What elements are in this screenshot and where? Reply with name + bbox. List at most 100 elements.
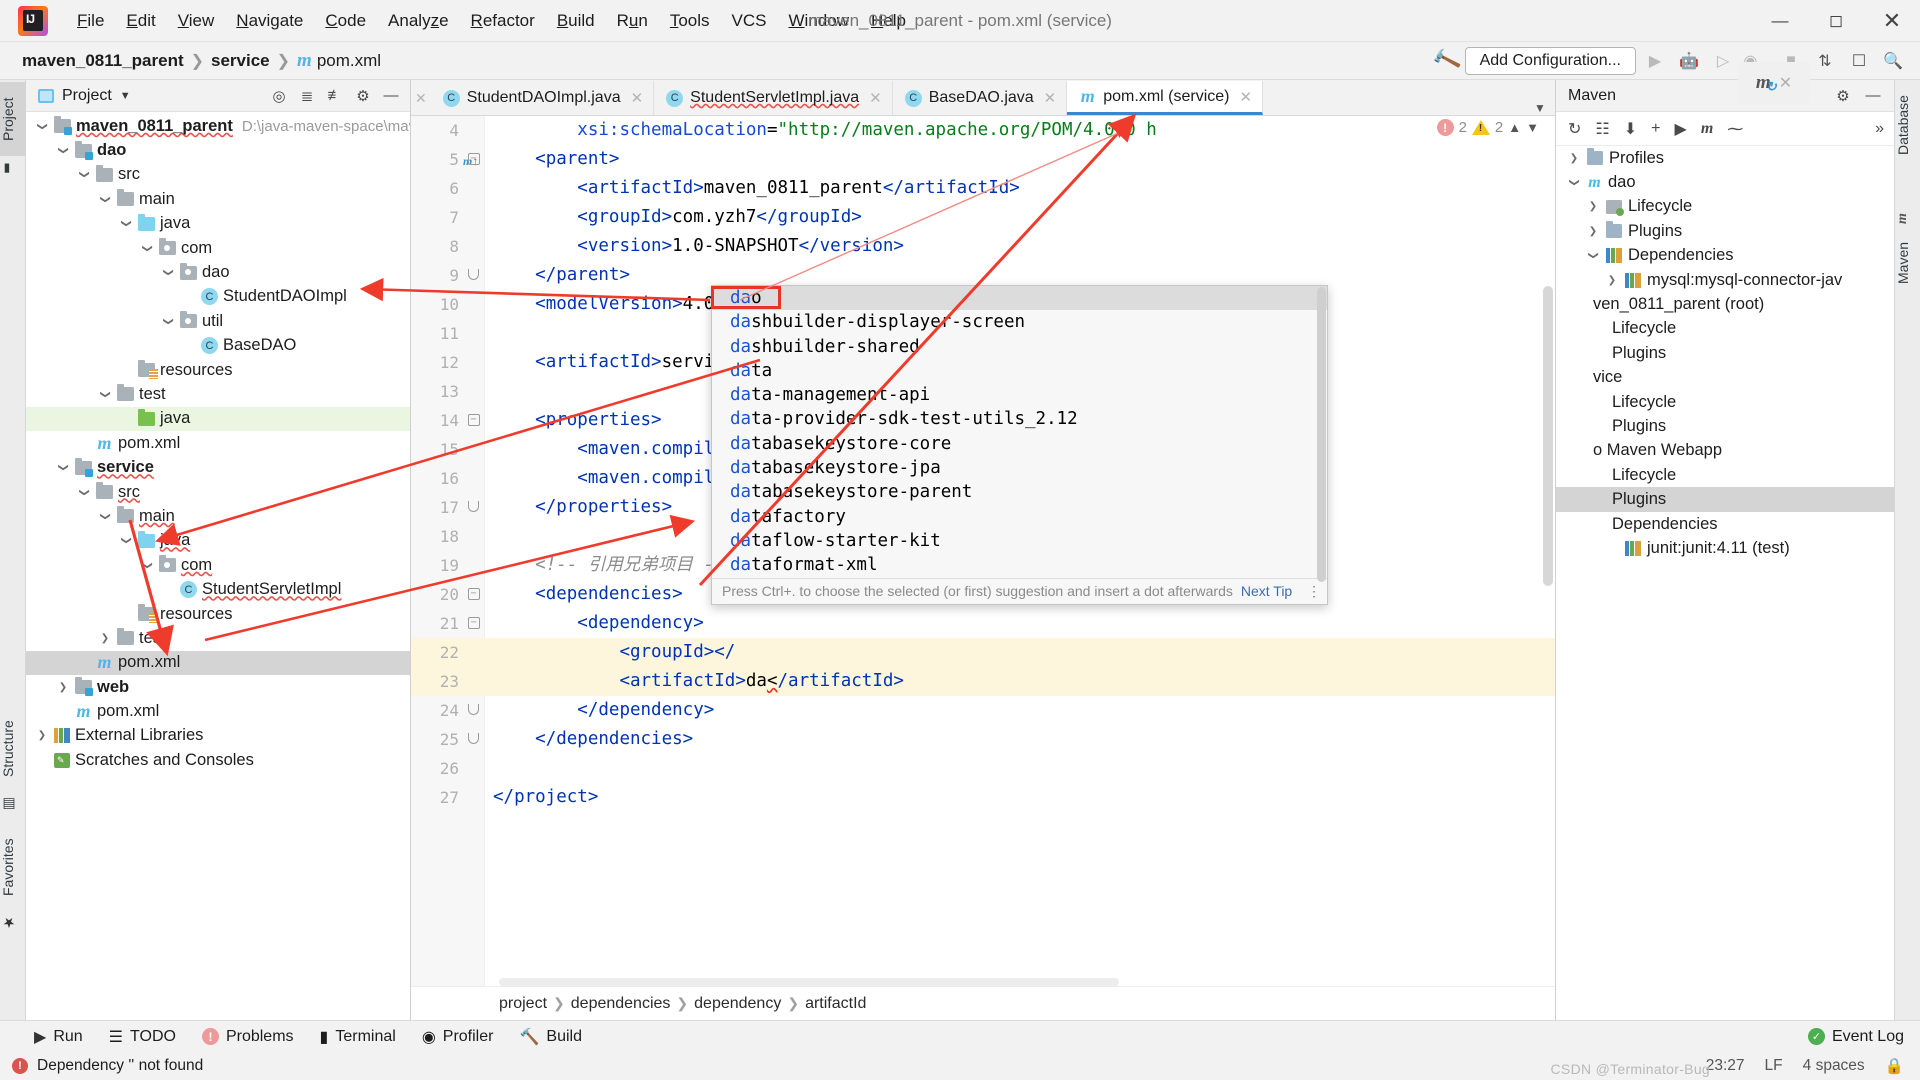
project-tree-item[interactable]: ❯CStudentDAOImpl [26, 285, 410, 309]
maven-tree-item[interactable]: ❯ Dependencies [1556, 244, 1894, 268]
menu-window[interactable]: Window [778, 8, 860, 34]
chevron-right-icon[interactable]: ❯ [97, 633, 113, 644]
editor-tab[interactable]: m pom.xml (service) ✕ [1067, 81, 1264, 115]
next-tip-link[interactable]: Next Tip [1241, 583, 1292, 599]
chevron-down-icon[interactable]: ❯ [79, 167, 90, 183]
chevron-right-icon[interactable]: ❯ [1585, 201, 1601, 212]
project-tree-item[interactable]: ❯ src [26, 163, 410, 187]
maven-tree-item[interactable]: ❯Lifecycle [1556, 463, 1894, 487]
completion-scrollbar[interactable] [1317, 287, 1326, 582]
project-tree[interactable]: ❯ maven_0811_parent D:\java-maven-space\ma… [26, 112, 410, 1020]
minimize-icon[interactable]: — [1752, 0, 1808, 42]
code-line[interactable]: 21− <dependency> [411, 609, 1555, 638]
breadcrumb-project[interactable]: maven_0811_parent [22, 51, 184, 71]
generate-sources-icon[interactable]: ☷ [1595, 119, 1609, 139]
maven-tree-item[interactable]: ❯ m dao [1556, 170, 1894, 194]
menu-view[interactable]: View [167, 8, 226, 34]
settings-icon[interactable]: ⚙ [1830, 83, 1856, 109]
project-tree-item[interactable]: ❯CBaseDAO [26, 334, 410, 358]
maven-reimport-icon[interactable]: m ↻ [1756, 72, 1777, 94]
completion-item[interactable]: datafactory [712, 505, 1327, 529]
project-tree-item[interactable]: ❯ test [26, 626, 410, 650]
debug-icon[interactable]: 🤖 [1674, 47, 1704, 75]
project-tree-item[interactable]: ❯ java [26, 529, 410, 553]
completion-item[interactable]: data-management-api [712, 383, 1327, 407]
menu-edit[interactable]: Edit [115, 8, 166, 34]
editor-tab[interactable]: C StudentDAOImpl.java ✕ [430, 81, 655, 115]
reimport-icon[interactable]: ↻ [1568, 119, 1581, 139]
next-problem-icon[interactable]: ▼ [1526, 120, 1539, 135]
code-line[interactable]: 26 [411, 754, 1555, 783]
project-tree-item[interactable]: ❯ External Libraries [26, 724, 410, 748]
project-tree-item[interactable]: ❯mpom.xml [26, 699, 410, 723]
menu-build[interactable]: Build [546, 8, 606, 34]
code-line[interactable]: 8 <version>1.0-SNAPSHOT</version> [411, 232, 1555, 261]
chevron-down-icon[interactable]: ❯ [1569, 175, 1580, 191]
expand-all-icon[interactable]: ≣ [294, 83, 320, 109]
project-tree-item[interactable]: ❯ com [26, 236, 410, 260]
bottom-tab-run[interactable]: ▶ Run [34, 1027, 83, 1047]
menu-help[interactable]: Help [860, 8, 917, 34]
fold-collapse-icon[interactable]: − [467, 413, 480, 426]
chevron-down-icon[interactable]: ❯ [58, 143, 69, 159]
status-indent[interactable]: 4 spaces [1803, 1057, 1865, 1075]
chevron-right-icon[interactable]: ❯ [34, 730, 50, 741]
bottom-tab-todo[interactable]: ☰ TODO [109, 1027, 176, 1047]
maven-tree-item[interactable]: ❯ Profiles [1556, 146, 1894, 170]
hide-icon[interactable]: — [378, 83, 404, 109]
project-tree-item[interactable]: ❯ dao [26, 260, 410, 284]
run-coverage-icon[interactable]: ▷ [1708, 47, 1738, 75]
chevron-down-icon[interactable]: ❯ [100, 191, 111, 207]
fold-end-icon[interactable] [467, 500, 480, 513]
project-tree-item[interactable]: ❯ service [26, 455, 410, 479]
maven-tree-item[interactable]: ❯Lifecycle [1556, 195, 1894, 219]
maven-reimport-popup[interactable]: m ↻ ✕ [1738, 62, 1810, 104]
chevron-down-icon[interactable]: ❯ [1588, 248, 1599, 264]
project-tree-item[interactable]: ❯ com [26, 553, 410, 577]
run-icon[interactable]: ▶ [1640, 47, 1670, 75]
completion-item[interactable]: dao [712, 286, 1327, 311]
add-icon[interactable]: + [1651, 120, 1660, 138]
chevron-down-icon[interactable]: ❯ [100, 386, 111, 402]
event-log-button[interactable]: ✓ Event Log [1807, 1028, 1904, 1046]
close-icon[interactable]: ✕ [869, 89, 882, 107]
chevron-down-icon[interactable]: ❯ [142, 557, 153, 573]
chevron-down-icon[interactable]: ❯ [121, 533, 132, 549]
project-tree-item[interactable]: ❯ test [26, 382, 410, 406]
menu-refactor[interactable]: Refactor [460, 8, 546, 34]
menu-vcs[interactable]: VCS [721, 8, 778, 34]
more-icon[interactable]: » [1875, 120, 1894, 138]
fold-end-icon[interactable] [467, 732, 480, 745]
maven-tree-item[interactable]: ❯ mysql:mysql-connector-jav [1556, 268, 1894, 292]
editor-horizontal-scrollbar[interactable] [499, 978, 1119, 986]
project-tree-item[interactable]: ❯CStudentServletImpl [26, 577, 410, 601]
project-tree-item[interactable]: ❯ main [26, 187, 410, 211]
project-tree-item[interactable]: ❯resources [26, 358, 410, 382]
project-tree-item[interactable]: ❯ src [26, 480, 410, 504]
breadcrumb-file[interactable]: pom.xml [317, 51, 381, 71]
code-completion-popup[interactable]: dao dashbuilder-displayer-screen dashbuild… [711, 285, 1328, 605]
close-icon[interactable]: ✕ [631, 89, 644, 107]
tool-tab-project[interactable]: Project [0, 82, 26, 156]
maximize-icon[interactable]: ◻ [1808, 0, 1864, 42]
project-tree-item[interactable]: ❯mpom.xml [26, 431, 410, 455]
code-line[interactable]: 27 </project> [411, 783, 1555, 812]
completion-item[interactable]: databasekeystore-parent [712, 480, 1327, 504]
update-project-icon[interactable]: ⇅ [1810, 47, 1840, 75]
maven-tree-item[interactable]: ❯Plugins [1556, 487, 1894, 512]
search-icon[interactable]: 🔍 [1878, 47, 1908, 75]
status-lock-icon[interactable]: 🔒 [1885, 1057, 1904, 1076]
close-icon[interactable]: ✕ [1779, 73, 1792, 93]
chevron-down-icon[interactable]: ❯ [163, 265, 174, 281]
completion-list[interactable]: dao dashbuilder-displayer-screen dashbuild… [712, 286, 1327, 578]
more-options-icon[interactable]: ⋮ [1307, 583, 1321, 600]
bottom-tab-problems[interactable]: ! Problems [201, 1028, 294, 1046]
collapse-all-icon[interactable]: ≢ [322, 83, 348, 109]
bottom-tab-build[interactable]: 🔨 Build [519, 1027, 582, 1047]
favorites-star-icon[interactable]: ★ [0, 914, 26, 936]
maven-goal-icon[interactable]: m [1701, 120, 1713, 138]
chevron-down-icon[interactable]: ❯ [37, 118, 48, 134]
bottom-tab-profiler[interactable]: ◉ Profiler [422, 1027, 494, 1047]
add-configuration-button[interactable]: Add Configuration... [1464, 46, 1636, 75]
close-icon[interactable]: ✕ [1044, 89, 1057, 107]
